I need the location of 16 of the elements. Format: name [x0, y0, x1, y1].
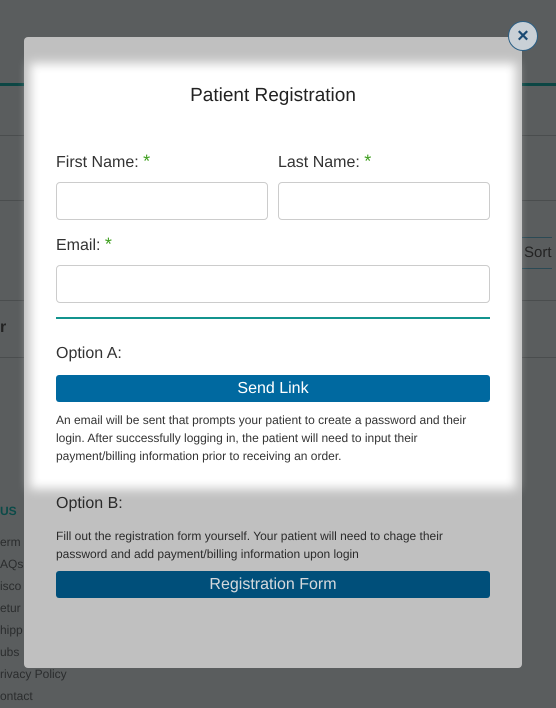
text-field[interactable]: [56, 182, 268, 220]
field-label: Email: *: [56, 234, 113, 255]
table-header: r: [0, 319, 6, 337]
field-label: Last Name: *: [278, 151, 372, 172]
close-button[interactable]: ×: [508, 21, 538, 51]
text-field[interactable]: [278, 182, 490, 220]
modal-title: Patient Registration: [189, 85, 357, 107]
footer-heading: US: [0, 504, 17, 518]
email-field[interactable]: [56, 265, 490, 303]
option-heading: Option A:: [56, 345, 123, 363]
field-label: First Name: *: [56, 151, 152, 172]
registration-form-button[interactable]: Registration Form: [56, 571, 490, 598]
option-description: Fill out the registration form yourself. Your patient will need to chage their password and add payment/billing information upon login: [56, 528, 444, 563]
send-link-button[interactable]: Send Link: [56, 375, 490, 402]
option-heading: Option B:: [56, 495, 124, 513]
option-description: An email will be sent that prompts your patient to create a password and their login. After successfully logging in, the patient will need to input their payment/billing information prior to receiving an order.: [56, 412, 468, 465]
